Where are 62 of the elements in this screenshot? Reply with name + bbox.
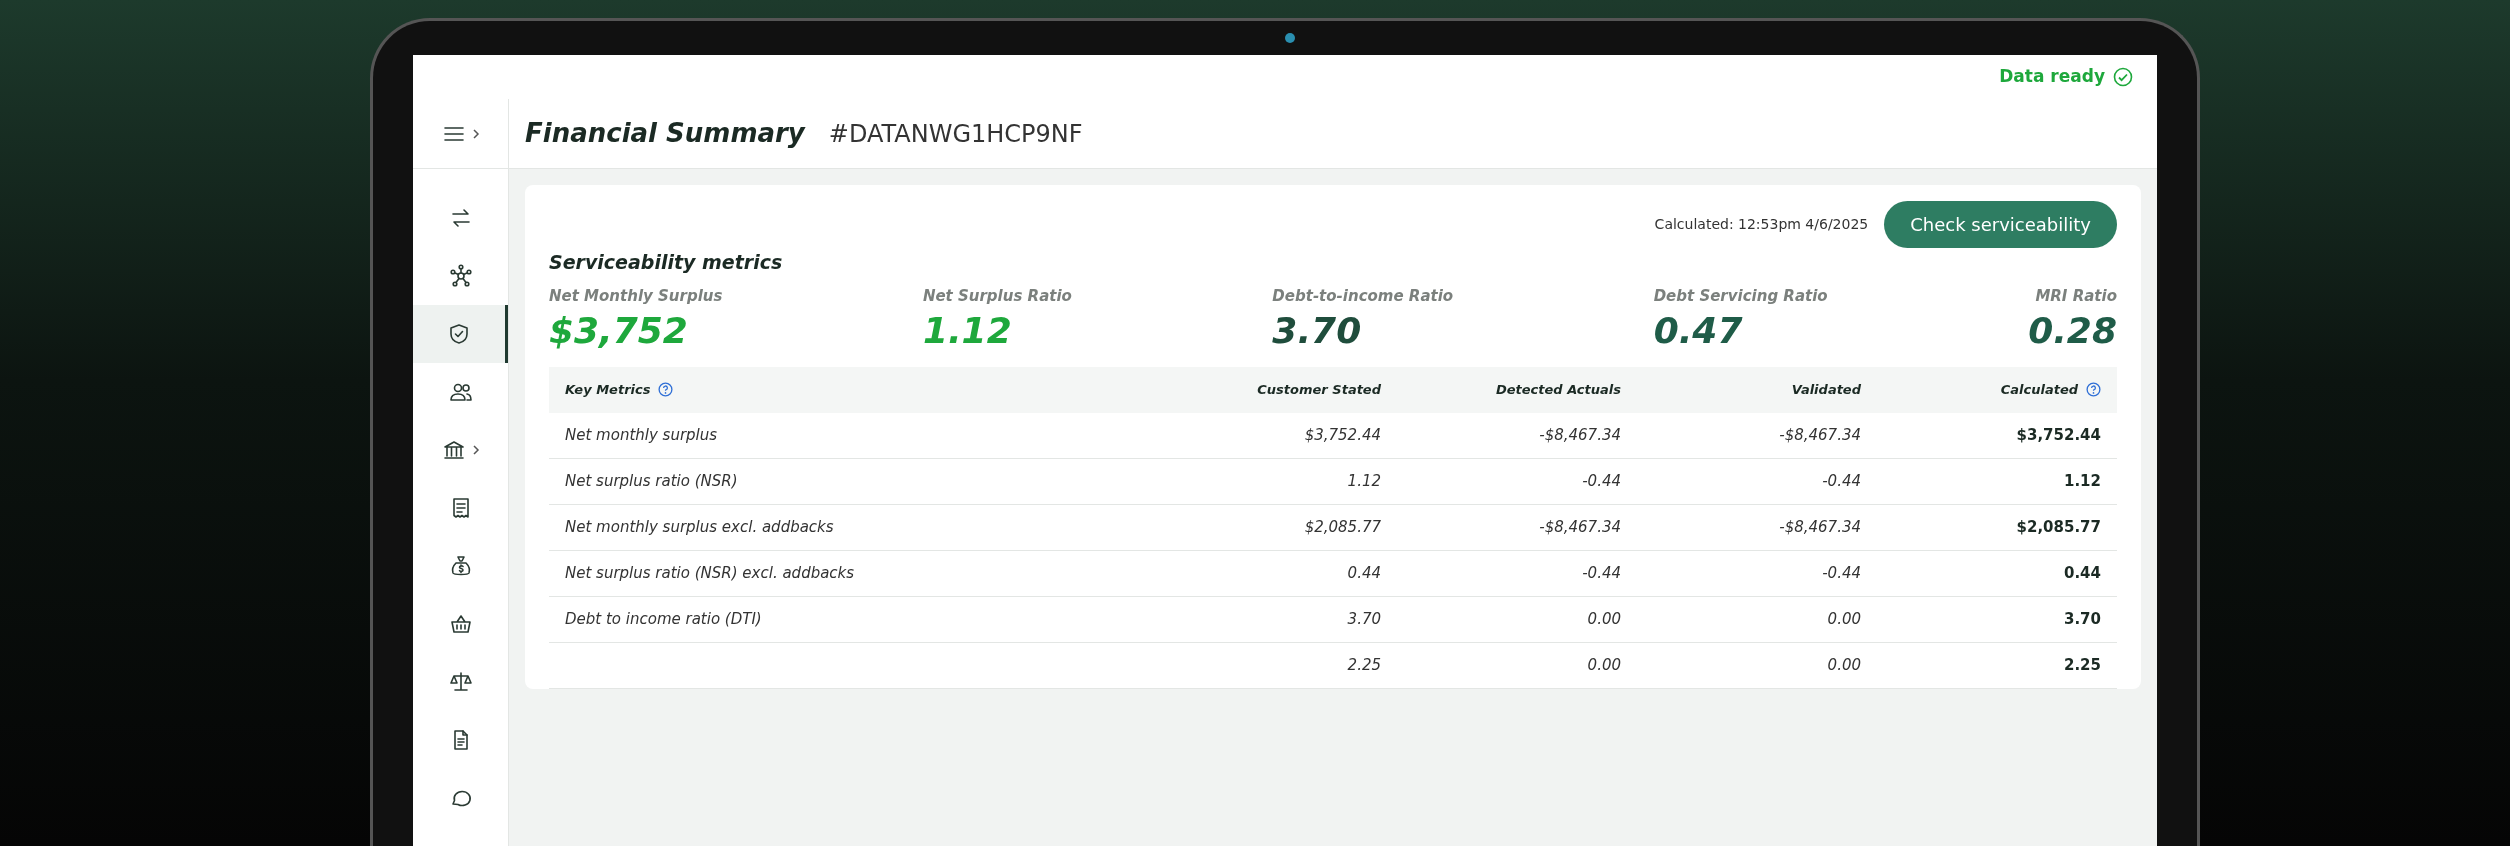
row-label: Net monthly surplus excl. addbacks: [565, 517, 834, 536]
row-label: Net surplus ratio (NSR): [565, 471, 738, 490]
sidebar-item[interactable]: [413, 305, 508, 363]
table-cell: -0.44: [1822, 471, 1861, 490]
metric-label: Net Surplus Ratio: [922, 285, 1072, 307]
row-label: Net surplus ratio (NSR) excl. addbacks: [565, 563, 855, 582]
table-cell: $3,752.44: [2016, 425, 2101, 444]
column-header: Key Metrics: [565, 380, 651, 399]
metric-value: 1.12: [922, 311, 1013, 351]
status-text: Data ready: [1999, 65, 2105, 89]
row-label: Debt to income ratio (DTI): [565, 609, 762, 628]
table-cell: 0.00: [1827, 655, 1861, 674]
table-cell: -0.44: [1582, 471, 1621, 490]
metric-value: $3,752: [549, 311, 689, 351]
metric-label: MRI Ratio: [2035, 285, 2117, 307]
table-cell: 3.70: [1347, 609, 1381, 628]
column-header: Customer Stated: [1257, 380, 1381, 399]
chevron-icon: [471, 444, 480, 456]
shield-icon: [447, 322, 471, 346]
table-cell: 2.25: [2064, 655, 2101, 674]
scales-icon: [448, 670, 473, 694]
table-cell: -$8,467.34: [1779, 425, 1861, 444]
table-cell: -0.44: [1822, 563, 1861, 582]
row-label: Net monthly surplus: [565, 425, 718, 444]
metric-label: Debt Servicing Ratio: [1653, 285, 1828, 307]
column-header: Detected Actuals: [1496, 380, 1621, 399]
table-cell: 1.12: [1347, 471, 1381, 490]
bank-icon: [441, 438, 466, 462]
table-cell: 2.25: [1347, 655, 1381, 674]
table-cell: 3.70: [2064, 609, 2101, 628]
metric-value: 0.47: [1653, 311, 1744, 351]
table-cell: 1.12: [2064, 471, 2101, 490]
check-circle-icon: [2113, 67, 2133, 87]
check-serviceability-button[interactable]: Check serviceability: [1884, 201, 2117, 248]
column-header: Validated: [1791, 380, 1861, 399]
table-cell: -$8,467.34: [1779, 517, 1861, 536]
calculated-timestamp: Calculated: 12:53pm 4/6/2025: [1654, 215, 1869, 234]
help-icon[interactable]: [658, 382, 674, 398]
column-header: Calculated: [2000, 380, 2078, 399]
table-cell: 0.00: [1587, 609, 1621, 628]
chevron-icon: [471, 127, 480, 140]
basket-icon: [448, 612, 473, 636]
network-icon: [448, 264, 473, 288]
table-cell: $3,752.44: [1304, 425, 1381, 444]
table-cell: 0.00: [1587, 655, 1621, 674]
table-cell: 0.44: [1347, 563, 1381, 582]
table-cell: 0.00: [1827, 609, 1861, 628]
metric-value: 3.70: [1272, 311, 1363, 351]
metric-label: Net Monthly Surplus: [549, 285, 723, 307]
page-title: Financial Summary: [525, 117, 805, 150]
table-cell: 0.44: [2064, 563, 2101, 582]
table-cell: $2,085.77: [1304, 517, 1381, 536]
reference-number: #DATANWG1HCP9NF: [828, 118, 1083, 150]
table-cell: -$8,467.34: [1539, 517, 1621, 536]
camera-dot: [1285, 33, 1295, 43]
help-icon[interactable]: [2086, 382, 2101, 398]
metric-label: Debt-to-income Ratio: [1272, 285, 1454, 307]
table-cell: -0.44: [1582, 563, 1621, 582]
table-cell: $2,085.77: [2016, 517, 2101, 536]
panel-title: Serviceability metrics: [549, 250, 784, 275]
table-cell: -$8,467.34: [1539, 425, 1621, 444]
metric-value: 0.28: [2028, 311, 2117, 351]
